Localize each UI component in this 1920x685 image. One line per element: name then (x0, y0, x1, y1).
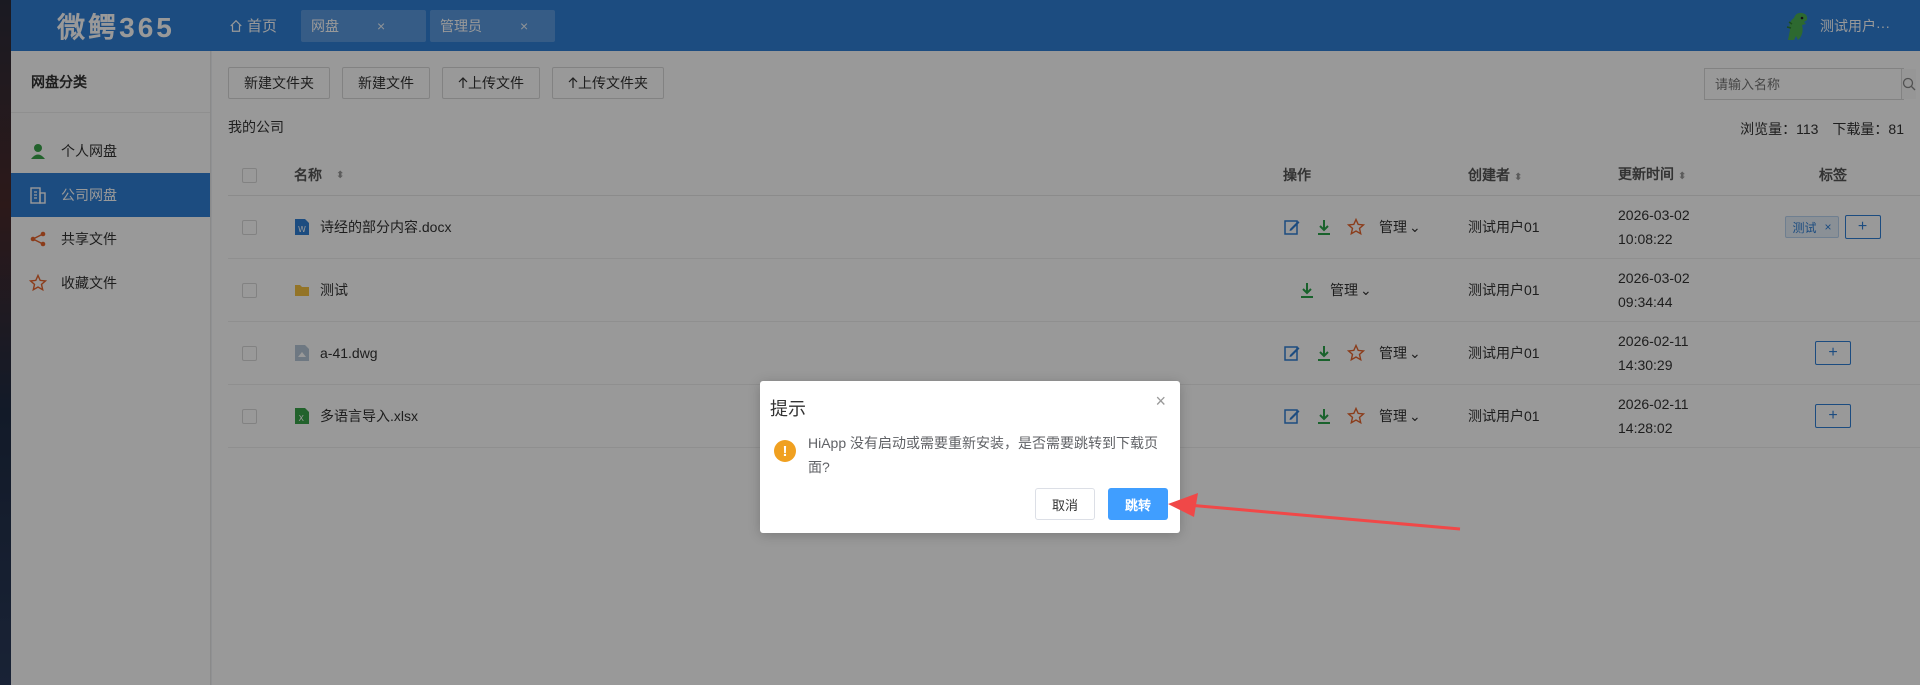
annotation-arrow-icon (1168, 493, 1461, 531)
modal-backdrop[interactable] (0, 0, 1920, 685)
cancel-button[interactable]: 取消 (1035, 488, 1095, 520)
confirm-dialog: 提示 × ! HiApp 没有启动或需要重新安装，是否需要跳转到下载页面? 取消… (760, 381, 1180, 533)
dialog-title: 提示 (770, 399, 806, 419)
dialog-message: HiApp 没有启动或需要重新安装，是否需要跳转到下载页面? (808, 435, 1159, 475)
warning-icon: ! (774, 440, 796, 462)
confirm-button[interactable]: 跳转 (1108, 488, 1168, 520)
close-icon[interactable]: × (1155, 391, 1166, 412)
